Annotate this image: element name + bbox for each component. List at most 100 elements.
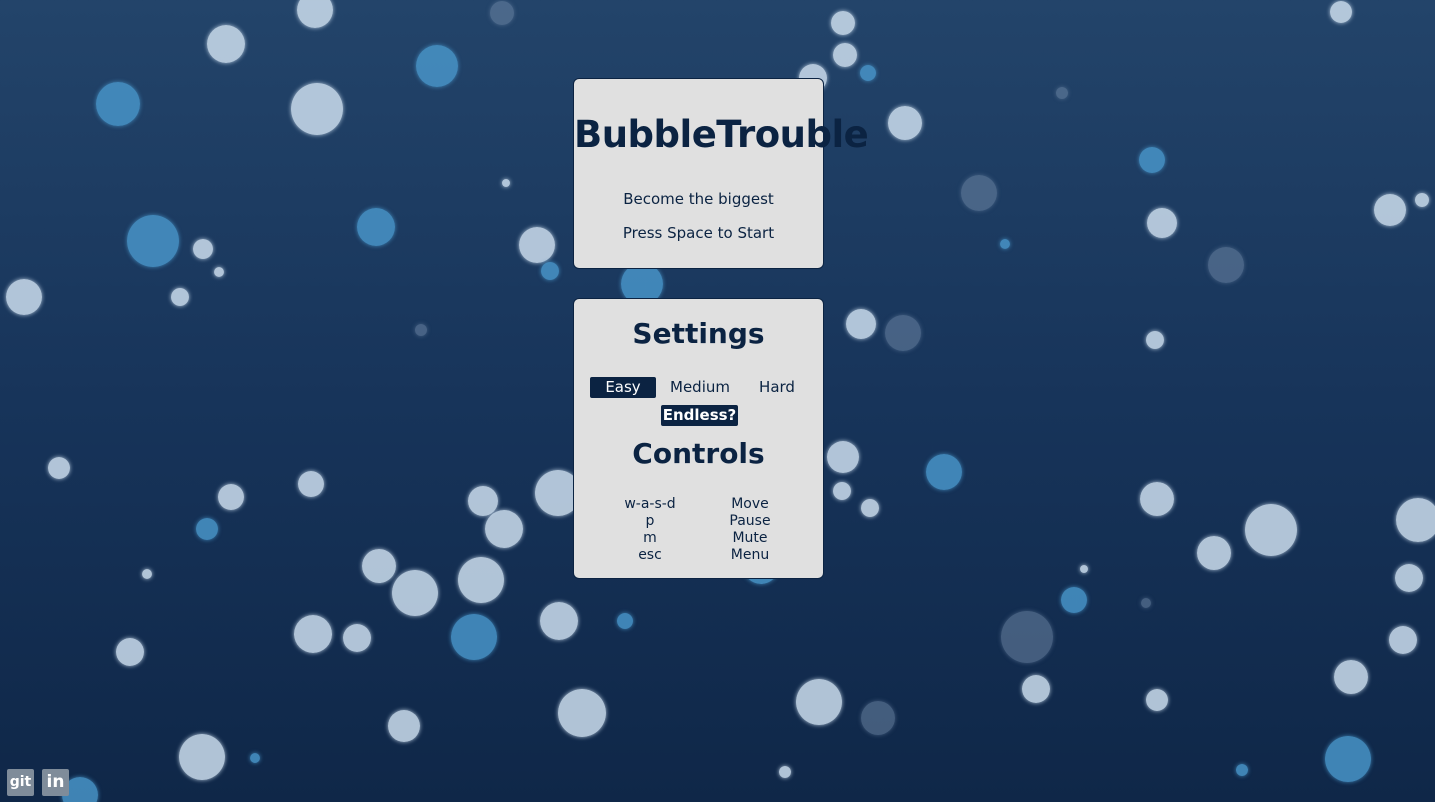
bubble <box>1146 331 1164 349</box>
bubble <box>127 215 179 267</box>
endless-toggle-button[interactable]: Endless? <box>661 405 738 426</box>
bubble <box>861 499 879 517</box>
tagline: Become the biggest <box>623 190 774 208</box>
bubble <box>96 82 140 126</box>
bubble <box>1236 764 1248 776</box>
bubble <box>502 179 510 187</box>
bubble <box>458 557 504 603</box>
bubble <box>617 613 633 629</box>
controls-list: w-a-s-d Move p Pause m Mute esc Menu <box>600 496 800 564</box>
control-key: m <box>643 530 657 546</box>
bubble <box>179 734 225 780</box>
bubble <box>1139 147 1165 173</box>
bubble <box>297 0 333 28</box>
bubble <box>468 486 498 516</box>
title-panel: BubbleTrouble Become the biggest Press S… <box>573 78 869 269</box>
bubble <box>116 638 144 666</box>
controls-title: Controls <box>632 437 765 470</box>
bubble <box>796 679 842 725</box>
bubble <box>451 614 497 660</box>
difficulty-selector: Easy Medium Hard <box>590 377 810 399</box>
bubble <box>362 549 396 583</box>
bubble <box>961 175 997 211</box>
bubble <box>250 753 260 763</box>
bubble <box>291 83 343 135</box>
bubble <box>1396 498 1435 542</box>
bubble <box>1389 626 1417 654</box>
game-title: BubbleTrouble <box>574 113 869 156</box>
difficulty-hard-button[interactable]: Hard <box>744 377 810 398</box>
settings-title: Settings <box>632 317 765 350</box>
bubble <box>294 615 332 653</box>
bubble <box>541 262 559 280</box>
control-row: w-a-s-d Move <box>600 496 800 513</box>
control-action: Pause <box>729 513 771 529</box>
bubble <box>1374 194 1406 226</box>
bubble <box>1245 504 1297 556</box>
bubble <box>193 239 213 259</box>
control-key: esc <box>638 547 662 563</box>
settings-panel: Settings Easy Medium Hard Endless? Contr… <box>573 298 824 579</box>
bubble <box>1000 239 1010 249</box>
control-key: p <box>645 513 655 529</box>
bubble <box>1141 598 1151 608</box>
bubble <box>357 208 395 246</box>
bubble <box>196 518 218 540</box>
bubble <box>388 710 420 742</box>
difficulty-medium-button[interactable]: Medium <box>666 377 734 398</box>
bubble <box>48 457 70 479</box>
control-action: Menu <box>730 547 770 563</box>
bubble <box>885 315 921 351</box>
difficulty-easy-button[interactable]: Easy <box>590 377 656 398</box>
bubble <box>1140 482 1174 516</box>
bubble <box>1197 536 1231 570</box>
bubble <box>1080 565 1088 573</box>
bubble <box>833 43 857 67</box>
control-action: Mute <box>732 530 768 546</box>
control-action: Move <box>731 496 769 512</box>
bubble <box>846 309 876 339</box>
bubble <box>779 766 791 778</box>
bubble <box>1001 611 1053 663</box>
bubble <box>1208 247 1244 283</box>
bubble <box>142 569 152 579</box>
bubble <box>827 441 859 473</box>
linkedin-link-icon[interactable]: in <box>42 769 69 796</box>
bubble <box>1415 193 1429 207</box>
bubble <box>888 106 922 140</box>
bubble <box>926 454 962 490</box>
bubble <box>831 11 855 35</box>
bubble <box>1334 660 1368 694</box>
bubble <box>540 602 578 640</box>
bubble <box>860 65 876 81</box>
bubble <box>833 482 851 500</box>
bubble <box>416 45 458 87</box>
bubble <box>207 25 245 63</box>
bubble <box>6 279 42 315</box>
bubble <box>1022 675 1050 703</box>
start-hint: Press Space to Start <box>622 224 775 242</box>
bubble <box>298 471 324 497</box>
control-row: m Mute <box>600 530 800 547</box>
bubble <box>171 288 189 306</box>
bubble <box>415 324 427 336</box>
control-row: p Pause <box>600 513 800 530</box>
bubble <box>1147 208 1177 238</box>
bubble <box>392 570 438 616</box>
bubble <box>1395 564 1423 592</box>
bubble <box>1146 689 1168 711</box>
git-link-icon[interactable]: git <box>7 769 34 796</box>
bubble <box>1061 587 1087 613</box>
bubble <box>861 701 895 735</box>
bubble <box>485 510 523 548</box>
bubble <box>558 689 606 737</box>
bubble <box>218 484 244 510</box>
control-row: esc Menu <box>600 547 800 564</box>
bubble <box>1325 736 1371 782</box>
bubble <box>214 267 224 277</box>
control-key: w-a-s-d <box>624 496 676 512</box>
bubble <box>490 1 514 25</box>
bubble <box>343 624 371 652</box>
bubble <box>1330 1 1352 23</box>
bubble <box>1056 87 1068 99</box>
